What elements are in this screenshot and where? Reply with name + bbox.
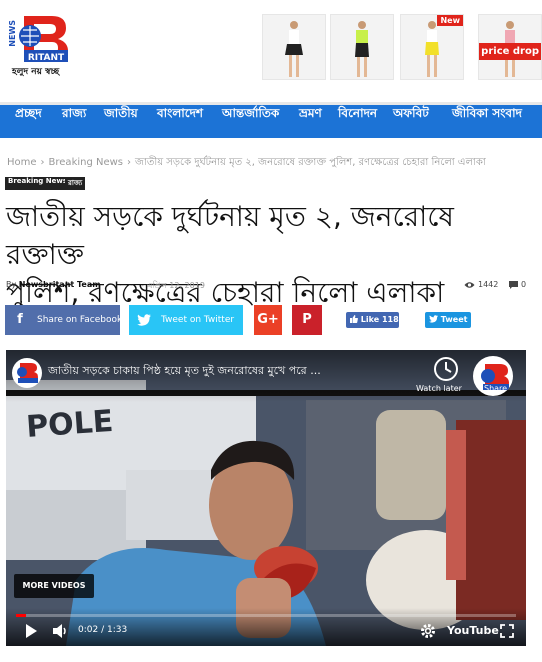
- pinterest-icon: P: [302, 312, 312, 327]
- channel-avatar[interactable]: [12, 358, 42, 388]
- video-player[interactable]: POLE জাতীয় সড়কে চাকায় পিষ্ঠ হয়ে মৃত …: [6, 350, 526, 646]
- breadcrumb-category[interactable]: Breaking News: [49, 157, 124, 168]
- article-title-line-1: জাতীয় সড়কে দুর্ঘটনায় মৃত ২, জনরোষে রক…: [6, 200, 454, 271]
- tag-state[interactable]: রাজ্য: [65, 177, 86, 190]
- play-icon[interactable]: [24, 622, 38, 640]
- share-pinterest-button[interactable]: P: [292, 305, 322, 335]
- ad-product-tile[interactable]: [330, 14, 394, 80]
- comment-count-value: 0: [521, 280, 527, 289]
- logo-brand: RITANT: [28, 53, 65, 63]
- watch-later-label[interactable]: Watch later: [416, 384, 462, 393]
- date-separator: -: [141, 281, 144, 290]
- video-progress-fill: [16, 614, 26, 617]
- nav-item-international[interactable]: আন্তর্জাতিক: [222, 105, 279, 138]
- share-facebook-button[interactable]: f Share on Facebook: [5, 305, 123, 335]
- nav-item-state[interactable]: রাজ্য: [62, 105, 86, 138]
- video-progress-bar[interactable]: [16, 614, 516, 617]
- publish-date: এপ্রিল 12, 2019: [146, 281, 205, 290]
- logo-side-text: NEWS: [8, 20, 17, 47]
- ad-product-tile[interactable]: New: [400, 14, 464, 80]
- price-drop-badge: price drop: [479, 43, 541, 60]
- ad-product-tile[interactable]: price drop: [478, 14, 542, 80]
- twitter-icon: [129, 305, 159, 335]
- nav-item-jobs[interactable]: জীবিকা সংবাদ: [452, 105, 522, 138]
- nav-item-entertainment[interactable]: বিনোদন: [338, 105, 377, 138]
- share-video-label[interactable]: Share: [484, 384, 507, 393]
- main-navigation: প্রচ্ছদ রাজ্য জাতীয় বাংলাদেশ আন্তর্জাতি…: [0, 102, 542, 138]
- fullscreen-icon[interactable]: [500, 622, 514, 640]
- facebook-icon: f: [17, 312, 23, 327]
- watch-later-icon[interactable]: [433, 356, 459, 382]
- video-time: 0:02 / 1:33: [78, 625, 128, 635]
- breadcrumb: Home › Breaking News › জাতীয় সড়কে দুর্ঘটনা…: [7, 155, 486, 172]
- breadcrumb-home[interactable]: Home: [7, 157, 37, 168]
- like-count: 118: [381, 315, 399, 324]
- nav-item-bangladesh[interactable]: বাংলাদেশ: [157, 105, 203, 138]
- thumbs-up-icon: [350, 315, 358, 323]
- tag-breaking-news[interactable]: Breaking News: [5, 177, 70, 190]
- tweet-label: Tweet: [440, 315, 468, 324]
- like-label: Like: [360, 315, 380, 324]
- view-count-value: 1442: [478, 280, 499, 289]
- view-count: 1442: [464, 280, 498, 289]
- video-title[interactable]: জাতীয় সড়কে চাকায় পিষ্ঠ হয়ে মৃত দুই জ…: [48, 362, 321, 381]
- byline-prefix: By: [6, 280, 17, 289]
- breadcrumb-current: জাতীয় সড়কে দুর্ঘটনায় মৃত ২, জনরোষে রক…: [135, 157, 486, 168]
- share-twitter-label: Tweet on Twitter: [161, 315, 235, 325]
- tweet-button[interactable]: Tweet: [425, 312, 471, 328]
- googleplus-icon: G+: [257, 312, 279, 327]
- model-figure-icon: [425, 21, 439, 77]
- youtube-logo[interactable]: YouTube: [447, 624, 499, 637]
- ad-banner[interactable]: New price drop: [250, 14, 542, 82]
- comment-icon: [509, 280, 518, 289]
- share-facebook-label: Share on Facebook: [37, 315, 123, 325]
- svg-text:POLE: POLE: [25, 404, 114, 445]
- nav-item-national[interactable]: জাতীয়: [104, 105, 138, 138]
- model-figure-icon: [285, 21, 303, 77]
- author-name[interactable]: Newsbritant Team: [19, 280, 101, 289]
- breadcrumb-separator: ›: [40, 157, 45, 168]
- article-title: জাতীয় সড়কে দুর্ঘটনায় মৃত ২, জনরোষে রক…: [6, 198, 536, 312]
- byline: By Newsbritant Team: [6, 280, 101, 289]
- breadcrumb-separator: ›: [127, 157, 132, 168]
- new-badge: New: [437, 15, 463, 26]
- site-tagline: হলুদ নয় স্বচ্ছ: [12, 67, 60, 77]
- ad-product-tile[interactable]: [262, 14, 326, 80]
- nav-item-offbeat[interactable]: অফবিট: [393, 105, 429, 138]
- site-logo[interactable]: RITANT NEWS হলুদ নয় স্বচ্ছ: [8, 14, 72, 77]
- model-figure-icon: [355, 21, 369, 77]
- more-videos-button[interactable]: MORE VIDEOS: [14, 574, 94, 598]
- article-meta: By Newsbritant Team - এপ্রিল 12, 2019 14…: [6, 280, 536, 294]
- settings-gear-icon[interactable]: [420, 622, 436, 640]
- logo-mark-icon: RITANT: [19, 16, 68, 63]
- eye-icon: [464, 281, 475, 288]
- comment-count[interactable]: 0: [509, 280, 526, 289]
- volume-icon[interactable]: [52, 622, 68, 640]
- facebook-like-button[interactable]: Like 118: [346, 312, 399, 328]
- site-header: RITANT NEWS হলুদ নয় স্বচ্ছ New price dr…: [0, 0, 542, 100]
- nav-item-home[interactable]: প্রচ্ছদ: [15, 105, 42, 138]
- share-twitter-button[interactable]: Tweet on Twitter: [129, 305, 243, 335]
- channel-logo-icon: [17, 363, 38, 383]
- twitter-bird-icon: [429, 315, 438, 323]
- nav-item-travel[interactable]: ভ্রমণ: [299, 105, 322, 138]
- publish-date-group: - এপ্রিল 12, 2019: [141, 280, 205, 293]
- share-googleplus-button[interactable]: G+: [254, 305, 282, 335]
